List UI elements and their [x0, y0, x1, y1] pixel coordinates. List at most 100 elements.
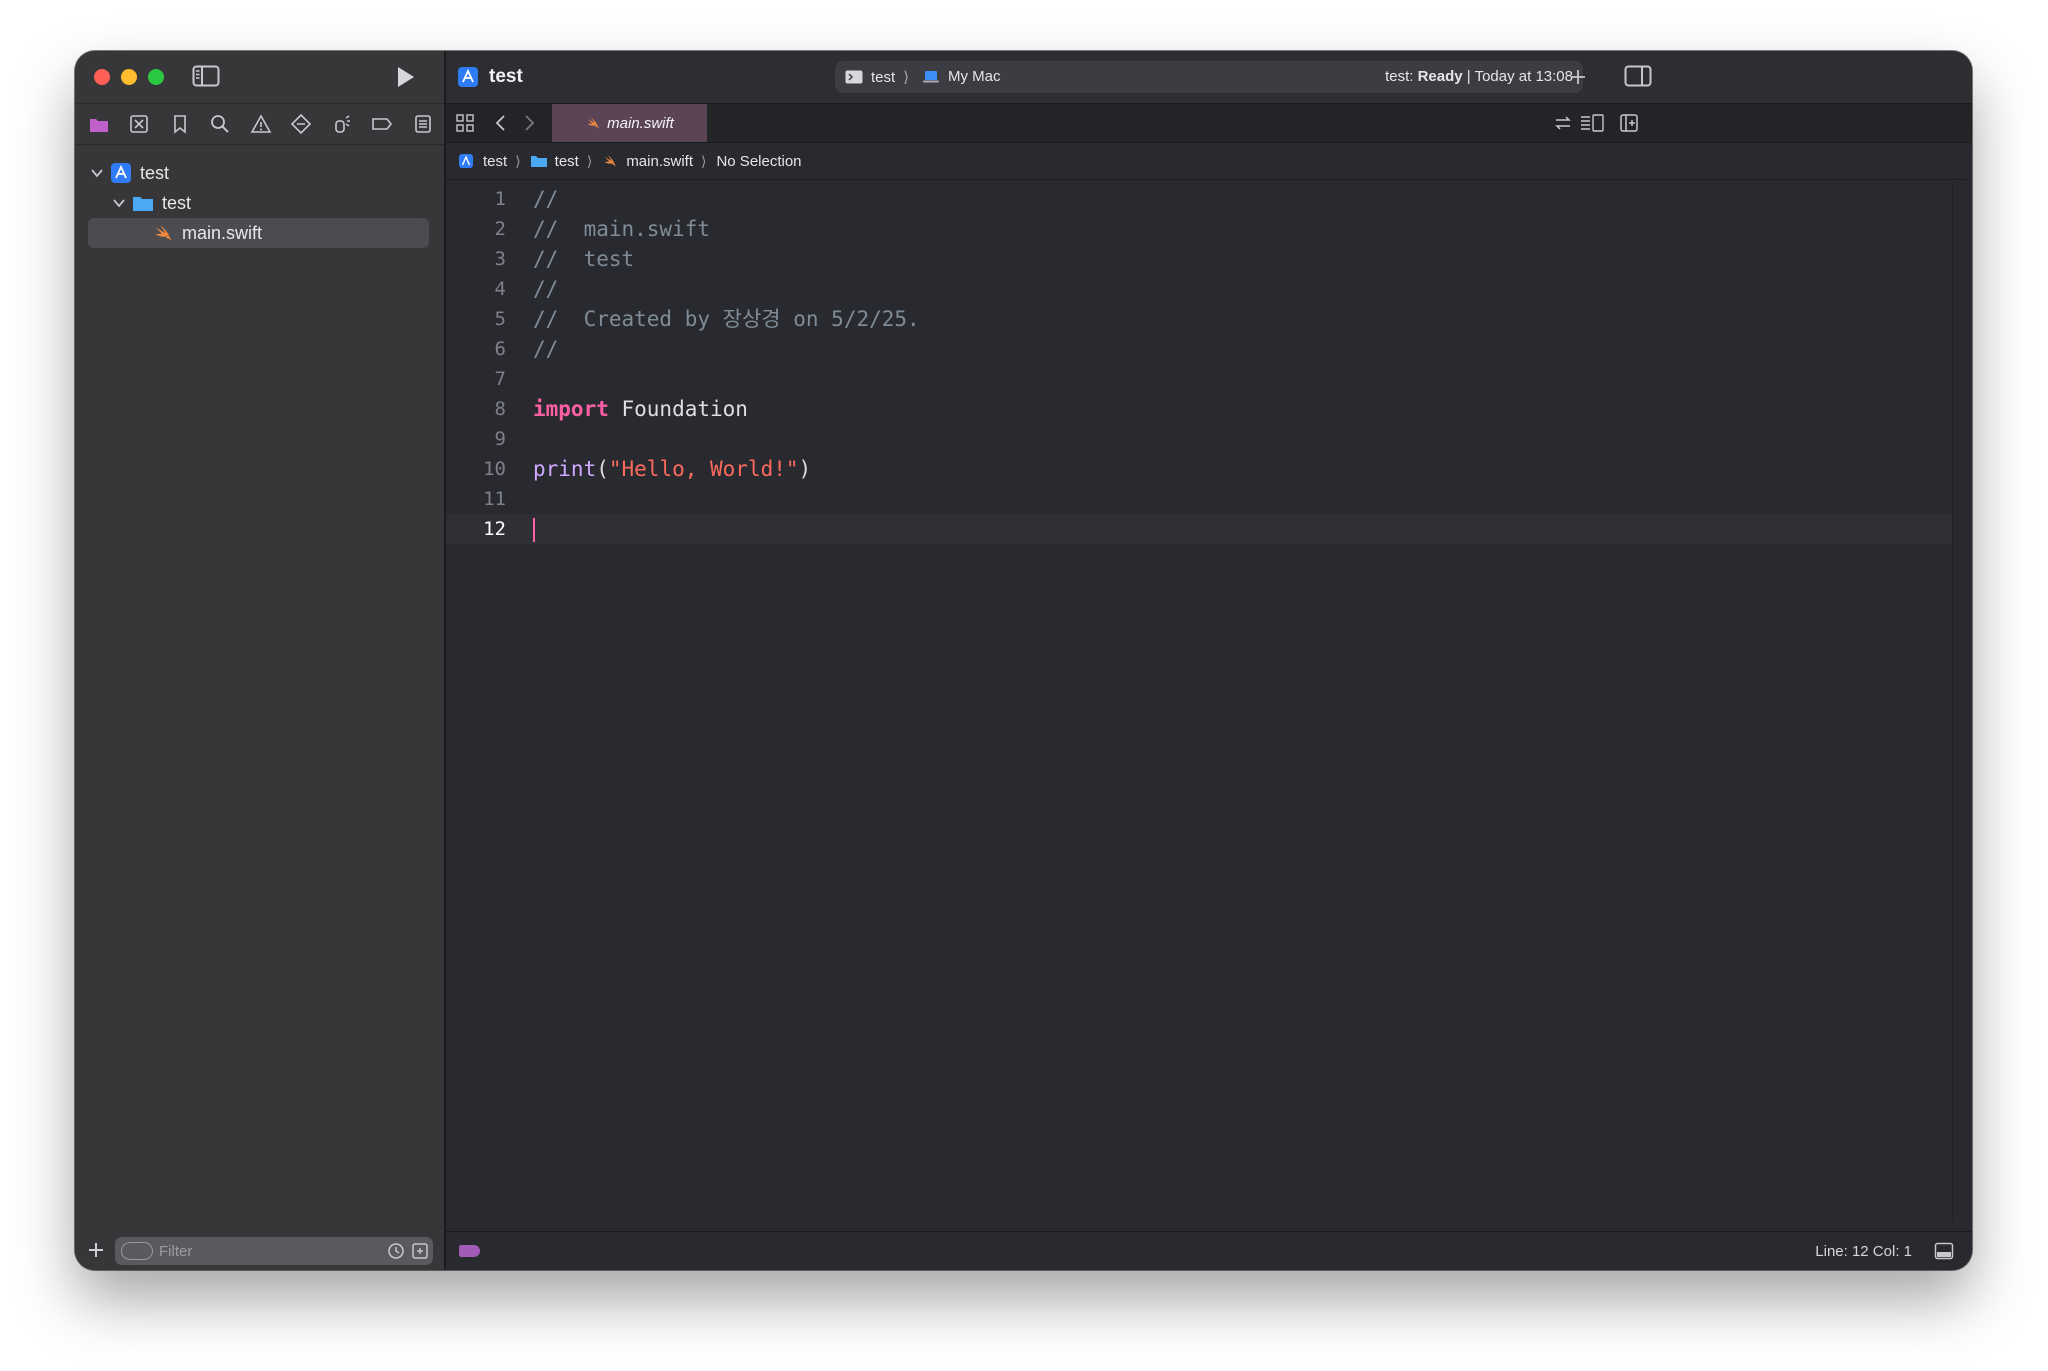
- tree-row-project[interactable]: test: [90, 158, 169, 188]
- status-state: Ready: [1417, 68, 1463, 85]
- code-line[interactable]: 6 //: [446, 334, 1952, 364]
- code-text: // Created by 장상경 on 5/2/25.: [533, 307, 920, 331]
- debug-area-toggle-icon[interactable]: [1934, 1242, 1954, 1260]
- code-line[interactable]: 11: [446, 484, 1952, 514]
- paren-token: (: [596, 457, 609, 481]
- xcode-project-icon: [111, 163, 131, 183]
- code-line[interactable]: 8 import Foundation: [446, 394, 1952, 424]
- tree-label-project: test: [140, 162, 170, 183]
- code-text: //: [533, 187, 559, 211]
- xcode-project-icon: [458, 67, 478, 87]
- sidebar-toggle-icon[interactable]: [192, 65, 220, 87]
- code-text: print("Hello, World!"): [533, 454, 811, 484]
- breadcrumb-file[interactable]: main.swift ⟩: [602, 153, 716, 170]
- line-number: 12: [483, 518, 506, 540]
- chevron-right-icon: ⟩: [515, 152, 521, 169]
- line-number: 1: [494, 188, 506, 210]
- tree-row-file[interactable]: main.swift: [88, 218, 429, 248]
- close-window-button[interactable]: [94, 69, 110, 85]
- chevron-right-icon: ⟩: [586, 152, 593, 169]
- breadcrumb-project[interactable]: test ⟩: [459, 153, 531, 170]
- xcode-project-icon: [459, 154, 473, 168]
- scheme-selector[interactable]: test ⟩: [845, 68, 917, 86]
- back-icon[interactable]: [491, 113, 511, 133]
- destination-label: My Mac: [948, 68, 1001, 85]
- library-add-button[interactable]: [1568, 67, 1588, 87]
- chevron-right-icon: ⟩: [701, 152, 707, 169]
- editor-options-icon[interactable]: [1579, 113, 1605, 133]
- activity-viewer: test ⟩ My Mac test: Ready | Today at 13:…: [835, 61, 1583, 93]
- issue-icon[interactable]: [250, 113, 272, 135]
- filter-options-icon[interactable]: [121, 1242, 153, 1260]
- code-line[interactable]: 5 // Created by 장상경 on 5/2/25.: [446, 304, 1952, 334]
- folder-icon: [133, 197, 153, 211]
- forward-icon[interactable]: [519, 113, 539, 133]
- zoom-window-button[interactable]: [148, 69, 164, 85]
- breadcrumb-label: test: [554, 152, 579, 170]
- navigator-tab-bar: [75, 103, 444, 145]
- editor-status-bar: Line: 12 Col: 1: [446, 1231, 1972, 1270]
- editor-area: test test ⟩ My Mac test: Ready | Today a…: [446, 51, 1972, 1270]
- navigator-panel: test test main.swift: [75, 51, 446, 1270]
- tree-label-folder: test: [162, 192, 192, 213]
- add-editor-icon[interactable]: [1619, 113, 1639, 133]
- navigator-titlebar: [75, 51, 444, 103]
- line-number: 6: [494, 338, 506, 360]
- terminal-app-icon: [845, 70, 863, 84]
- inspector-toggle-icon[interactable]: [1624, 65, 1652, 92]
- function-token: print: [533, 457, 597, 481]
- debug-icon[interactable]: [331, 113, 353, 135]
- code-line[interactable]: 7: [446, 364, 1952, 394]
- swift-file-icon: [587, 117, 599, 129]
- line-number: 5: [494, 308, 506, 330]
- run-button[interactable]: [395, 64, 417, 90]
- tree-row-folder[interactable]: test: [112, 188, 191, 218]
- add-file-button[interactable]: [87, 1241, 105, 1259]
- test-icon[interactable]: [290, 113, 312, 135]
- code-line[interactable]: 3 // test: [446, 244, 1952, 274]
- breakpoints-toggle-icon[interactable]: [459, 1245, 480, 1257]
- identifier-token: Foundation: [608, 397, 748, 421]
- code-line[interactable]: 9: [446, 424, 1952, 454]
- navigator-footer: [75, 1232, 444, 1270]
- string-token: "Hello, World!": [608, 457, 799, 481]
- filter-box: [115, 1237, 433, 1265]
- minimize-window-button[interactable]: [121, 69, 137, 85]
- code-line[interactable]: 1 //: [446, 184, 1952, 214]
- code-line[interactable]: 10 print("Hello, World!"): [446, 454, 1952, 484]
- keyword-token: import: [533, 397, 609, 421]
- project-navigator-icon[interactable]: [88, 113, 110, 135]
- tree-label-file: main.swift: [182, 222, 263, 243]
- folder-icon: [530, 156, 547, 167]
- breadcrumb-folder[interactable]: test ⟩: [530, 152, 603, 170]
- swift-file-icon: [155, 225, 171, 241]
- tab-main-swift[interactable]: main.swift: [552, 104, 707, 142]
- source-control-filter-icon[interactable]: [411, 1242, 429, 1260]
- source-editor[interactable]: 1 // 2 // main.swift 3 // test 4 // 5 // Crea…: [446, 181, 1952, 1221]
- swap-icon[interactable]: [1553, 113, 1573, 133]
- code-text: import Foundation: [533, 394, 748, 424]
- chevron-down-icon[interactable]: [112, 196, 126, 210]
- code-line-current[interactable]: 12: [446, 514, 1952, 544]
- bookmark-icon[interactable]: [169, 113, 191, 135]
- report-icon[interactable]: [412, 113, 434, 135]
- code-text: // test: [533, 247, 635, 271]
- line-number: 7: [494, 368, 506, 390]
- source-control-icon[interactable]: [128, 113, 150, 135]
- code-line[interactable]: 4 //: [446, 274, 1952, 304]
- find-icon[interactable]: [209, 113, 231, 135]
- breakpoint-icon[interactable]: [371, 113, 393, 135]
- chevron-right-icon: ⟩: [903, 69, 910, 86]
- project-title: test: [489, 66, 523, 87]
- code-text: [533, 514, 535, 544]
- vertical-scrollbar[interactable]: [1952, 181, 1972, 1221]
- tab-label: main.swift: [607, 114, 674, 132]
- line-number: 4: [494, 278, 506, 300]
- destination-selector[interactable]: My Mac: [923, 68, 1001, 85]
- breadcrumb-symbol[interactable]: No Selection: [716, 153, 801, 170]
- jump-bar: test ⟩ test ⟩ main.swift ⟩ No Selection: [446, 143, 1972, 180]
- recent-files-icon[interactable]: [387, 1242, 405, 1260]
- chevron-down-icon[interactable]: [90, 166, 104, 180]
- filter-input[interactable]: [159, 1240, 359, 1262]
- code-line[interactable]: 2 // main.swift: [446, 214, 1952, 244]
